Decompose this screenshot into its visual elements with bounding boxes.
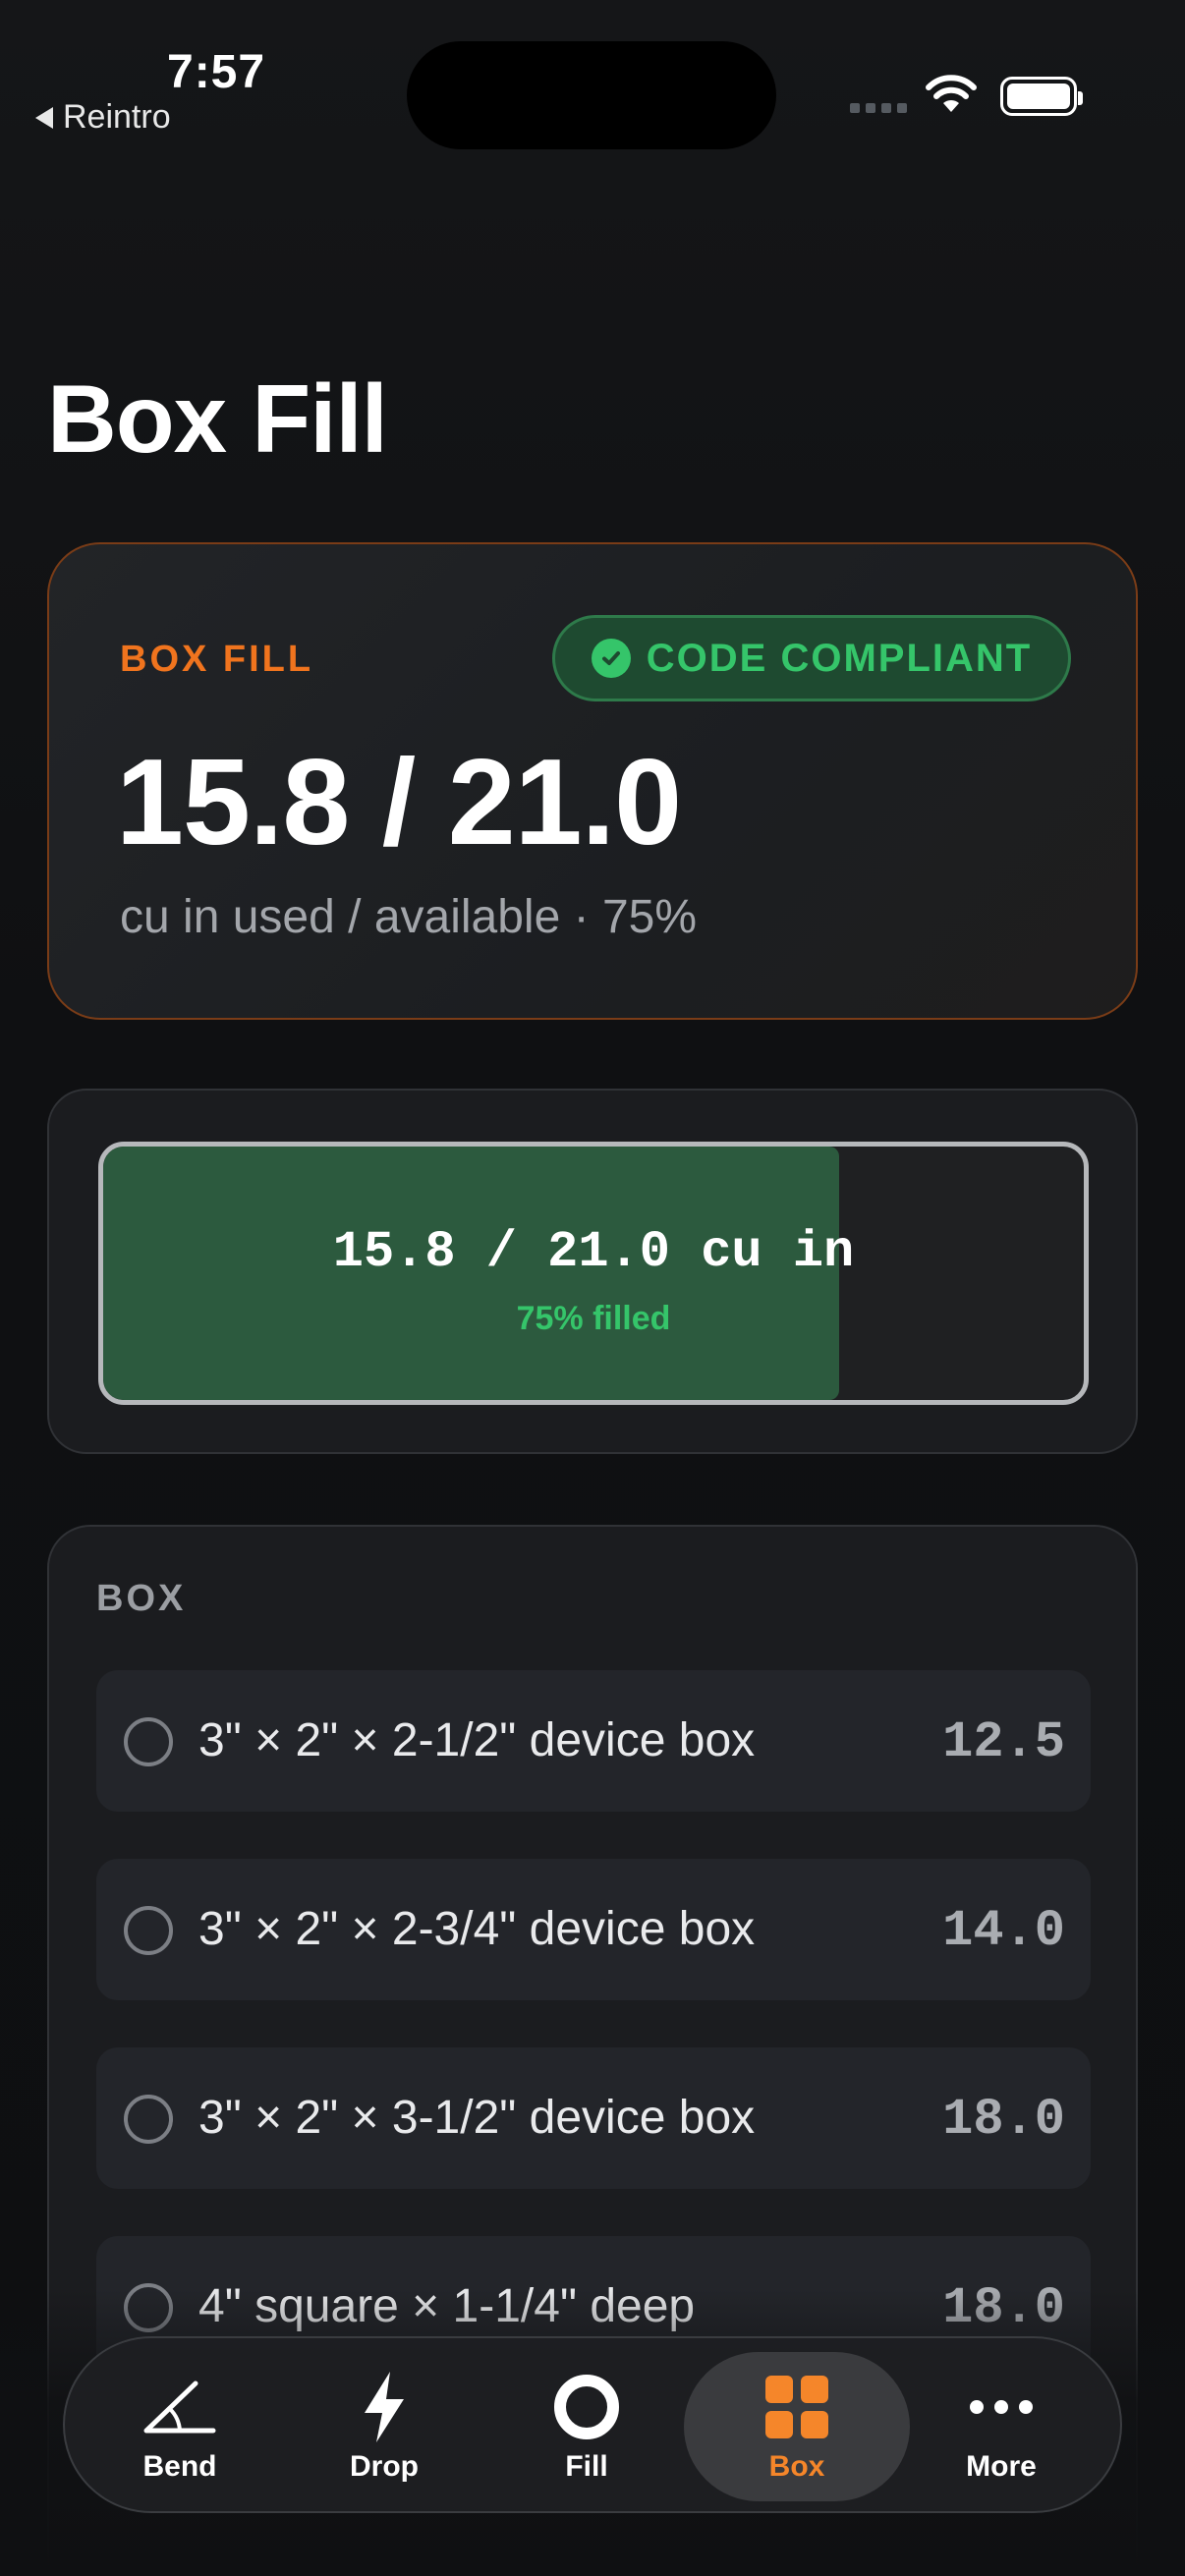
box-section-heading: BOX xyxy=(96,1578,187,1619)
angle-icon xyxy=(141,2372,219,2442)
tab-box[interactable]: Box xyxy=(684,2352,910,2501)
box-option-volume: 12.5 xyxy=(942,1713,1065,1771)
page-title: Box Fill xyxy=(47,364,388,473)
tab-label: Box xyxy=(768,2450,825,2483)
box-option-name: 3" × 2" × 3-1/2" device box xyxy=(198,2092,756,2144)
box-option-volume: 14.0 xyxy=(942,1902,1065,1960)
box-option-volume: 18.0 xyxy=(942,2091,1065,2149)
battery-icon xyxy=(1000,77,1083,116)
tab-fill[interactable]: Fill xyxy=(474,2352,700,2501)
ring-icon xyxy=(551,2372,622,2442)
tab-drop[interactable]: Drop xyxy=(271,2352,497,2501)
fill-subtitle: cu in used / available · 75% xyxy=(120,891,698,943)
box-option[interactable]: 3" × 2" × 3-1/2" device box 18.0 xyxy=(96,2047,1091,2189)
tab-more[interactable]: More xyxy=(888,2352,1114,2501)
fill-progress-bar: 15.8 / 21.0 cu in 75% filled xyxy=(98,1142,1089,1405)
box-option-name: 3" × 2" × 2-3/4" device box xyxy=(198,1903,756,1955)
fill-value: 15.8 / 21.0 xyxy=(116,735,682,870)
summary-label: BOX FILL xyxy=(120,639,314,680)
radio-button-icon[interactable] xyxy=(124,1906,173,1955)
wifi-icon xyxy=(926,75,977,112)
ellipsis-icon xyxy=(967,2372,1036,2442)
dynamic-island xyxy=(407,41,776,149)
tab-label: Drop xyxy=(350,2450,419,2483)
tab-bend[interactable]: Bend xyxy=(67,2352,293,2501)
fill-progress-percent: 75% filled xyxy=(516,1300,671,1337)
bolt-icon xyxy=(357,2372,412,2442)
radio-button-icon[interactable] xyxy=(124,2095,173,2144)
box-option[interactable]: 3" × 2" × 2-3/4" device box 14.0 xyxy=(96,1859,1091,2000)
fill-progress-text: 15.8 / 21.0 cu in xyxy=(332,1223,855,1281)
back-to-app-button[interactable]: Reintro xyxy=(35,98,171,137)
checkmark-icon xyxy=(591,639,631,678)
tab-label: Fill xyxy=(565,2450,608,2483)
box-option[interactable]: 3" × 2" × 2-1/2" device box 12.5 xyxy=(96,1670,1091,1812)
box-fill-summary-card: BOX FILL CODE COMPLIANT 15.8 / 21.0 cu i… xyxy=(47,542,1138,1020)
grid-icon xyxy=(763,2372,830,2442)
tab-label: More xyxy=(966,2450,1037,2483)
radio-button-icon[interactable] xyxy=(124,1717,173,1766)
cellular-signal-icon xyxy=(850,103,907,113)
tab-bar: Bend Drop Fill Box More xyxy=(63,2336,1122,2513)
back-arrow-icon xyxy=(35,106,53,129)
back-app-label: Reintro xyxy=(63,98,171,136)
status-time: 7:57 xyxy=(167,46,266,98)
status-badge: CODE COMPLIANT xyxy=(552,615,1071,701)
app-screen: 7:57 Reintro Box Fill BOX FILL CODE COMP… xyxy=(0,0,1185,2576)
tab-label: Bend xyxy=(142,2450,217,2483)
status-badge-label: CODE COMPLIANT xyxy=(646,636,1033,680)
fill-gauge-card: 15.8 / 21.0 cu in 75% filled xyxy=(47,1089,1138,1454)
box-option-name: 3" × 2" × 2-1/2" device box xyxy=(198,1714,756,1766)
